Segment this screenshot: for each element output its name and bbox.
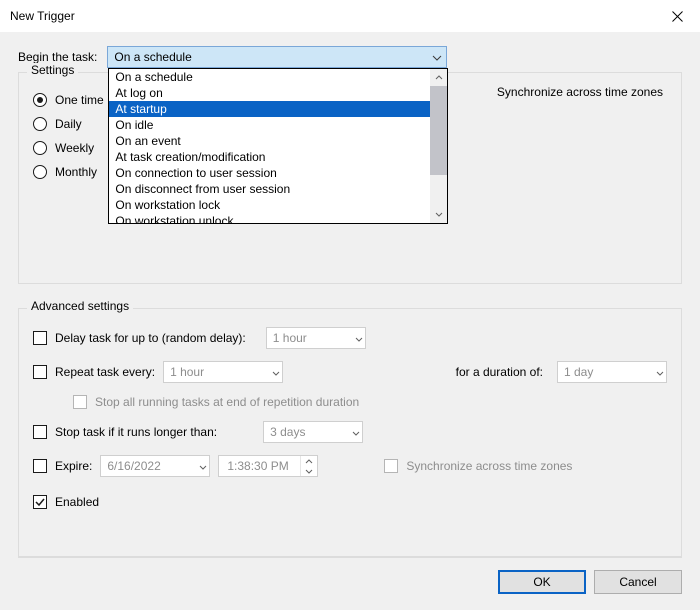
check-icon xyxy=(35,498,45,507)
close-icon xyxy=(672,11,683,22)
delay-label: Delay task for up to (random delay): xyxy=(55,331,246,345)
radio-icon xyxy=(33,117,47,131)
dropdown-value: 1 day xyxy=(564,365,593,379)
time-value: 1:38:30 PM xyxy=(227,459,288,473)
window-title: New Trigger xyxy=(10,9,75,23)
expire-sync-checkbox xyxy=(384,459,398,473)
sync-tz-label: Synchronize across time zones xyxy=(497,85,663,99)
chevron-down-icon xyxy=(352,425,360,439)
expire-time-spinner[interactable]: 1:38:30 PM xyxy=(218,455,318,477)
scroll-thumb[interactable] xyxy=(430,86,447,175)
enabled-row: Enabled xyxy=(33,495,667,509)
repeat-checkbox[interactable] xyxy=(33,365,47,379)
dropdown-value: 1 hour xyxy=(170,365,204,379)
dropdown-scrollbar[interactable] xyxy=(430,69,447,223)
enabled-label: Enabled xyxy=(55,495,99,509)
radio-label: Daily xyxy=(55,117,82,131)
combobox-selected-value: On a schedule xyxy=(114,50,191,64)
expire-label: Expire: xyxy=(55,459,92,473)
chevron-down-icon xyxy=(432,50,442,64)
dropdown-option-on-connection[interactable]: On connection to user session xyxy=(109,165,430,181)
dropdown-list: On a schedule At log on At startup On id… xyxy=(109,69,430,223)
dropdown-option-on-idle[interactable]: On idle xyxy=(109,117,430,133)
advanced-settings-legend: Advanced settings xyxy=(27,299,133,313)
begin-the-task-dropdown: On a schedule At log on At startup On id… xyxy=(108,68,448,224)
stop-if-value-dropdown[interactable]: 3 days xyxy=(263,421,363,443)
delay-value-dropdown[interactable]: 1 hour xyxy=(266,327,366,349)
calendar-chevron-icon xyxy=(199,459,207,473)
dropdown-value: 3 days xyxy=(270,425,305,439)
radio-label: One time xyxy=(55,93,104,107)
repeat-label: Repeat task every: xyxy=(55,365,155,379)
dropdown-option-at-startup[interactable]: At startup xyxy=(109,101,430,117)
begin-the-task-row: Begin the task: On a schedule On a sched… xyxy=(18,46,682,68)
radio-label: Weekly xyxy=(55,141,94,155)
radio-icon xyxy=(33,165,47,179)
spin-up-icon[interactable] xyxy=(301,456,317,466)
duration-label: for a duration of: xyxy=(456,365,543,379)
advanced-settings-group: Advanced settings Delay task for up to (… xyxy=(18,308,682,557)
dropdown-option-at-log-on[interactable]: At log on xyxy=(109,85,430,101)
dropdown-option-on-lock[interactable]: On workstation lock xyxy=(109,197,430,213)
dialog-buttons: OK Cancel xyxy=(18,557,682,594)
radio-icon xyxy=(33,93,47,107)
title-bar: New Trigger xyxy=(0,0,700,32)
close-button[interactable] xyxy=(654,0,700,32)
button-label: Cancel xyxy=(619,575,656,589)
cancel-button[interactable]: Cancel xyxy=(594,570,682,594)
chevron-down-icon xyxy=(355,331,363,345)
scroll-down-icon[interactable] xyxy=(430,206,447,223)
date-value: 6/16/2022 xyxy=(107,459,160,473)
dropdown-option-on-disconnect[interactable]: On disconnect from user session xyxy=(109,181,430,197)
begin-the-task-combobox[interactable]: On a schedule On a schedule At log on At… xyxy=(107,46,447,68)
dropdown-option-at-task-creation[interactable]: At task creation/modification xyxy=(109,149,430,165)
delay-row: Delay task for up to (random delay): 1 h… xyxy=(33,327,667,349)
dialog-content: Begin the task: On a schedule On a sched… xyxy=(0,32,700,610)
dropdown-option-on-unlock[interactable]: On workstation unlock xyxy=(109,213,430,223)
ok-button[interactable]: OK xyxy=(498,570,586,594)
dropdown-option-on-a-schedule[interactable]: On a schedule xyxy=(109,69,430,85)
stop-all-checkbox xyxy=(73,395,87,409)
expire-sync-label: Synchronize across time zones xyxy=(406,459,572,473)
radio-icon xyxy=(33,141,47,155)
expire-checkbox[interactable] xyxy=(33,459,47,473)
button-label: OK xyxy=(533,575,550,589)
radio-label: Monthly xyxy=(55,165,97,179)
chevron-down-icon xyxy=(656,365,664,379)
repeat-value-dropdown[interactable]: 1 hour xyxy=(163,361,283,383)
stop-all-label: Stop all running tasks at end of repetit… xyxy=(95,395,359,409)
delay-checkbox[interactable] xyxy=(33,331,47,345)
chevron-down-icon xyxy=(272,365,280,379)
expire-row: Expire: 6/16/2022 1:38:30 PM Synchronize… xyxy=(33,455,667,477)
dropdown-option-on-an-event[interactable]: On an event xyxy=(109,133,430,149)
stop-if-label: Stop task if it runs longer than: xyxy=(55,425,217,439)
begin-the-task-label: Begin the task: xyxy=(18,50,97,64)
settings-legend: Settings xyxy=(27,63,78,77)
duration-value-dropdown[interactable]: 1 day xyxy=(557,361,667,383)
stop-if-row: Stop task if it runs longer than: 3 days xyxy=(33,421,667,443)
scroll-up-icon[interactable] xyxy=(430,69,447,86)
scroll-track[interactable] xyxy=(430,86,447,206)
repeat-row: Repeat task every: 1 hour for a duration… xyxy=(33,361,667,383)
stop-if-checkbox[interactable] xyxy=(33,425,47,439)
dropdown-value: 1 hour xyxy=(273,331,307,345)
stop-all-row: Stop all running tasks at end of repetit… xyxy=(73,395,667,409)
enabled-checkbox[interactable] xyxy=(33,495,47,509)
expire-date-picker[interactable]: 6/16/2022 xyxy=(100,455,210,477)
spin-down-icon[interactable] xyxy=(301,466,317,476)
